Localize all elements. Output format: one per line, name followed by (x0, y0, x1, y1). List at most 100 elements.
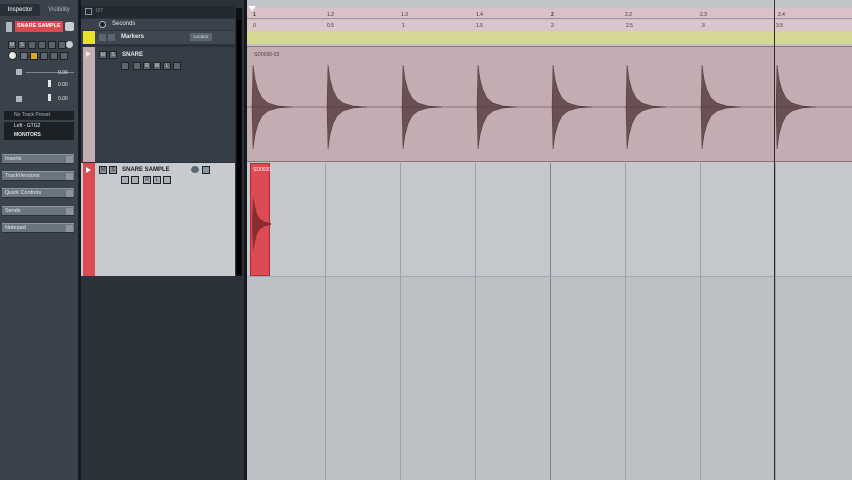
vertical-scrollbar[interactable] (236, 8, 242, 276)
solo-button[interactable]: S (109, 51, 117, 59)
project-area[interactable]: 1 1.2 1.3 1.4 2 2.2 2.3 2.4 0 0.5 1 1.5 … (247, 0, 852, 480)
track-color-strip (83, 31, 95, 44)
track-row-snare[interactable]: M S SNARE R W L (81, 47, 235, 162)
seconds-ruler[interactable] (247, 20, 852, 31)
read-button[interactable]: R (143, 176, 151, 184)
section-trackversions-label: TrackVersions (5, 173, 40, 179)
settings-button[interactable] (60, 52, 68, 60)
seconds-label: 3 (702, 23, 705, 29)
edit-channel-icon[interactable] (65, 22, 74, 31)
record-enable-button[interactable] (191, 166, 199, 173)
track-count: 0/7 (96, 8, 103, 14)
section-sends[interactable]: Sends (2, 206, 74, 216)
sample-audio-event[interactable]: SD0030 (250, 163, 272, 276)
bars-ruler[interactable] (247, 0, 852, 480)
expand-icon[interactable] (66, 225, 73, 232)
lanes-button[interactable] (48, 41, 56, 49)
mute-button[interactable]: M (8, 41, 16, 49)
mute-button[interactable]: M (99, 166, 107, 174)
expand-icon[interactable] (66, 173, 73, 180)
lanes-button[interactable]: L (163, 62, 171, 70)
expand-arrow-icon[interactable] (86, 167, 91, 173)
edit-button[interactable] (173, 62, 181, 70)
bar-label: 2.2 (625, 12, 632, 18)
bar-label: 1.4 (476, 12, 483, 18)
monitor-button[interactable] (202, 166, 210, 174)
timebase-button[interactable] (133, 62, 141, 70)
section-quick-controls-label: Quick Controls (5, 190, 42, 196)
track-row-seconds[interactable]: Seconds (81, 19, 235, 30)
seconds-label: 3.5 (776, 23, 783, 29)
delay-handle[interactable] (48, 94, 51, 101)
collapse-arrow-icon[interactable] (6, 22, 12, 32)
scrollbar-thumb[interactable] (237, 20, 241, 275)
volume-value: 0.00 (58, 70, 68, 76)
tracklist-header: 0/7 (81, 6, 235, 18)
write-automation-button[interactable] (38, 41, 46, 49)
timebase-button[interactable] (30, 52, 38, 60)
monitor-button[interactable] (121, 62, 129, 70)
seconds-label: 0 (253, 23, 256, 29)
expand-arrow-icon[interactable] (86, 51, 91, 57)
track-color-strip (83, 47, 95, 162)
record-enable-button[interactable] (8, 51, 17, 60)
delay-value: 0.00 (58, 96, 68, 102)
tab-visibility[interactable]: Visibility (40, 4, 78, 16)
edit-button[interactable] (40, 52, 48, 60)
section-notepad-label: Notepad (5, 225, 26, 231)
marker-icon[interactable] (108, 34, 115, 41)
output-routing-selector[interactable]: MONITORS (4, 131, 74, 140)
section-sends-label: Sends (5, 208, 21, 214)
lock-button[interactable] (50, 52, 58, 60)
lanes-button[interactable]: L (153, 176, 161, 184)
volume-icon (16, 69, 22, 75)
section-quick-controls[interactable]: Quick Controls (2, 188, 74, 198)
track-name: Markers (121, 34, 145, 40)
bar-label: 2.3 (700, 12, 707, 18)
input-routing-selector[interactable]: Left - GTG2 (4, 122, 74, 131)
locator-button[interactable]: Locator (190, 33, 212, 41)
section-inserts-label: Inserts (5, 156, 22, 162)
expand-icon[interactable] (66, 156, 73, 163)
mute-button[interactable] (99, 34, 106, 41)
expand-icon[interactable] (66, 208, 73, 215)
left-locator-icon[interactable] (248, 6, 256, 11)
bar-label: 2 (551, 12, 554, 18)
seconds-label: 2.5 (626, 23, 633, 29)
write-automation-button[interactable] (131, 176, 139, 184)
track-color-strip (83, 163, 95, 276)
section-inserts[interactable]: Inserts (2, 154, 74, 164)
section-trackversions[interactable]: TrackVersions (2, 171, 74, 181)
track-list: 0/7 Seconds Markers Locator M S SNARE R … (81, 0, 244, 480)
event-name: SD0030 (253, 167, 272, 173)
seconds-label: 2 (551, 23, 554, 29)
read-automation-button[interactable] (28, 41, 36, 49)
markers-lane[interactable] (247, 31, 852, 44)
track-row-snare-sample[interactable]: M S SNARE SAMPLE R L (81, 163, 235, 276)
monitor-button[interactable] (20, 52, 28, 60)
track-row-markers[interactable]: Markers Locator (81, 31, 235, 44)
mute-button[interactable]: M (99, 51, 107, 59)
tab-inspector[interactable]: Inspector (0, 4, 40, 16)
pan-value: 0.00 (58, 82, 68, 88)
solo-button[interactable]: S (18, 41, 26, 49)
track-divider (247, 276, 852, 277)
edit-button[interactable] (163, 176, 171, 184)
info-icon[interactable] (66, 41, 73, 48)
playhead-line (774, 20, 775, 480)
expand-icon[interactable] (66, 190, 73, 197)
inspector-track-name[interactable]: SNARE SAMPLE (15, 21, 63, 32)
track-settings-icon[interactable] (85, 8, 92, 15)
solo-button[interactable]: S (109, 166, 117, 174)
write-button[interactable]: W (153, 62, 161, 70)
section-notepad[interactable]: Notepad (2, 223, 74, 233)
track-preset-selector[interactable]: No Track Preset (4, 111, 74, 120)
pan-handle[interactable] (48, 80, 51, 87)
freeze-button[interactable] (58, 41, 66, 49)
snare-audio-event[interactable]: SD0030-03 (247, 46, 852, 162)
read-button[interactable]: R (143, 62, 151, 70)
track-name: SNARE (122, 52, 144, 58)
read-automation-button[interactable] (121, 176, 129, 184)
seconds-label: 0.5 (327, 23, 334, 29)
bar-label: 1 (253, 12, 256, 18)
